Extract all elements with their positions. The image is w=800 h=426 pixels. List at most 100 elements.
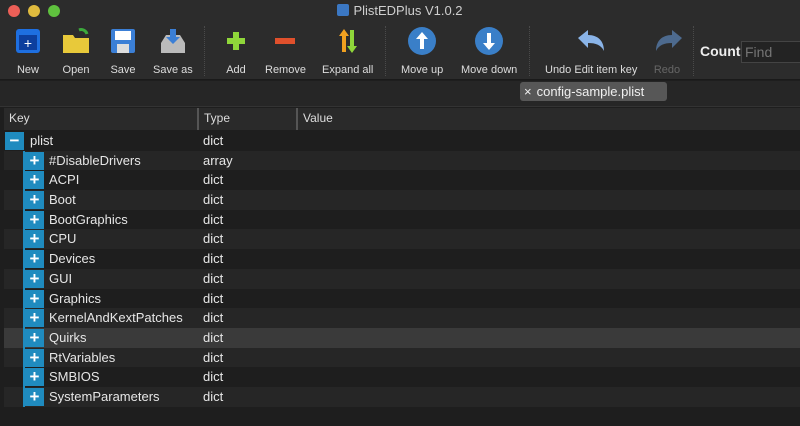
tree-guide-line	[23, 190, 25, 210]
tab-strip: × config-sample.plist	[0, 81, 800, 107]
tree-row[interactable]: + CPU dict	[4, 229, 800, 250]
floppy-save-icon	[108, 26, 138, 56]
row-key: plist	[30, 133, 54, 148]
zoom-window-button[interactable]	[48, 5, 60, 17]
plist-tree: − plist dict + #DisableDrivers array + AC…	[4, 131, 800, 407]
expand-toggle[interactable]: +	[25, 328, 44, 347]
new-button[interactable]: + New	[13, 26, 43, 76]
undo-label: Undo Edit item key	[545, 64, 638, 76]
row-type: dict	[203, 369, 224, 385]
expand-toggle[interactable]: +	[25, 368, 44, 387]
minus-icon	[270, 26, 300, 56]
row-key: RtVariables	[49, 349, 116, 365]
open-button[interactable]: Open	[61, 26, 91, 76]
folder-open-icon	[61, 26, 91, 56]
expand-toggle[interactable]: +	[25, 210, 44, 229]
save-as-button[interactable]: Save as	[153, 26, 193, 76]
tree-guide-line	[23, 209, 25, 230]
column-key[interactable]: Key	[4, 108, 198, 130]
save-button[interactable]: Save	[108, 26, 138, 76]
open-label: Open	[62, 64, 90, 76]
tree-guide-line	[23, 367, 25, 387]
expand-toggle[interactable]: +	[25, 289, 44, 308]
row-type: array	[203, 152, 233, 168]
plus-icon	[221, 26, 251, 56]
tree-row[interactable]: + Quirks dict	[4, 327, 800, 348]
redo-arrow-icon	[652, 26, 682, 56]
tree-row[interactable]: + #DisableDrivers array	[4, 150, 800, 171]
toolbar-separator	[204, 26, 205, 76]
row-type: dict	[203, 133, 224, 148]
row-type: dict	[203, 270, 224, 286]
tab-close-icon[interactable]: ×	[524, 84, 532, 99]
tree-guide-line	[23, 170, 25, 191]
row-type: dict	[203, 192, 224, 208]
remove-button[interactable]: Remove	[265, 26, 306, 76]
tree-row[interactable]: + RtVariables dict	[4, 347, 800, 368]
row-type: dict	[203, 251, 224, 267]
tab-label: config-sample.plist	[536, 84, 645, 99]
tree-guide-line	[23, 229, 25, 250]
column-type[interactable]: Type	[197, 108, 297, 130]
expand-toggle[interactable]: +	[25, 250, 44, 269]
tree-row[interactable]: + ACPI dict	[4, 170, 800, 191]
tree-row[interactable]: + GUI dict	[4, 268, 800, 289]
column-header: Key Type Value	[4, 108, 800, 130]
find-input[interactable]	[741, 41, 800, 63]
new-label: New	[16, 64, 39, 76]
row-type: dict	[203, 290, 224, 306]
arrow-down-icon	[474, 26, 504, 56]
undo-arrow-icon	[576, 26, 606, 56]
tree-row[interactable]: + SMBIOS dict	[4, 367, 800, 387]
tree-guide-line	[23, 386, 25, 407]
tree-row[interactable]: + Devices dict	[4, 249, 800, 269]
undo-button[interactable]: Undo Edit item key	[545, 26, 637, 76]
tree-row[interactable]: + Boot dict	[4, 190, 800, 210]
row-key: CPU	[49, 231, 77, 247]
close-window-button[interactable]	[8, 5, 20, 17]
toolbar-separator	[693, 26, 694, 76]
column-value[interactable]: Value	[296, 108, 796, 130]
move-down-button[interactable]: Move down	[461, 26, 517, 76]
arrow-up-icon	[407, 26, 437, 56]
count-label: Count	[700, 43, 741, 59]
tree-row[interactable]: + SystemParameters dict	[4, 386, 800, 407]
tree-row[interactable]: + Graphics dict	[4, 288, 800, 309]
row-type: dict	[203, 172, 224, 188]
row-type: dict	[203, 349, 224, 365]
new-document-icon: +	[13, 26, 43, 56]
add-button[interactable]: Add	[221, 26, 251, 76]
move-up-label: Move up	[401, 64, 444, 76]
row-type: dict	[203, 388, 224, 404]
expand-toggle[interactable]: +	[25, 171, 44, 190]
expand-toggle[interactable]: +	[25, 269, 44, 288]
expand-toggle[interactable]: +	[25, 191, 44, 210]
expand-toggle[interactable]: +	[25, 230, 44, 249]
row-type: dict	[203, 310, 224, 326]
expand-all-label: Expand all	[322, 64, 374, 76]
tree-guide-line	[23, 288, 25, 309]
expand-toggle[interactable]: +	[25, 387, 44, 406]
row-type: dict	[203, 231, 224, 247]
tab-config-sample[interactable]: × config-sample.plist	[520, 82, 667, 101]
expand-toggle[interactable]: +	[25, 348, 44, 367]
redo-button[interactable]: Redo	[652, 26, 682, 76]
tree-guide-line	[23, 308, 25, 328]
row-key: Devices	[49, 251, 96, 267]
tree-row[interactable]: + BootGraphics dict	[4, 209, 800, 230]
tree-guide-line	[23, 249, 25, 269]
collapse-toggle[interactable]: −	[5, 132, 24, 150]
window-title: PlistEDPlus V1.0.2	[353, 3, 463, 18]
add-label: Add	[226, 64, 246, 76]
move-up-button[interactable]: Move up	[401, 26, 443, 76]
title-bar: PlistEDPlus V1.0.2	[0, 0, 800, 22]
expand-all-button[interactable]: Expand all	[322, 26, 373, 76]
row-key: Graphics	[49, 290, 102, 306]
row-key: Boot	[49, 192, 76, 208]
expand-toggle[interactable]: +	[25, 309, 44, 328]
minimize-window-button[interactable]	[28, 5, 40, 17]
tree-row[interactable]: + KernelAndKextPatches dict	[4, 308, 800, 328]
tree-row-root[interactable]: − plist dict	[4, 131, 800, 151]
row-key: #DisableDrivers	[49, 152, 141, 168]
expand-toggle[interactable]: +	[25, 151, 44, 170]
